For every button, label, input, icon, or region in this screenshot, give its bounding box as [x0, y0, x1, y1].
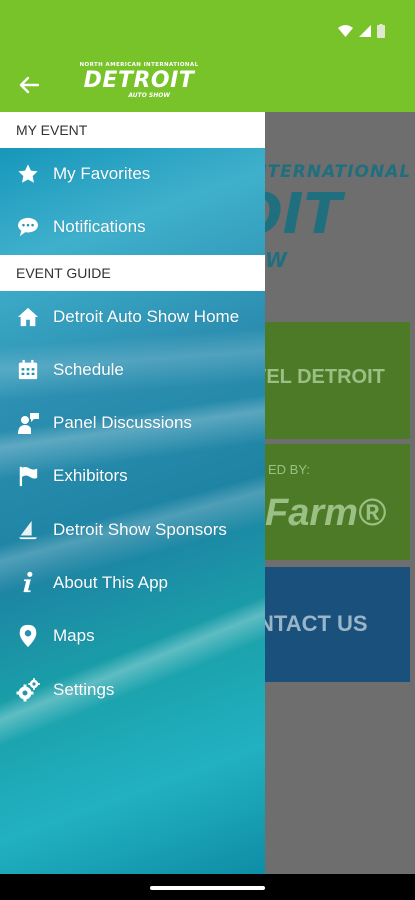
section-header-event-guide: EVENT GUIDE	[0, 255, 265, 291]
signal-icon	[359, 25, 371, 37]
logo-sub-text: AUTO SHOW	[128, 92, 170, 99]
app-logo: NORTH AMERICAN INTERNATIONAL DETROIT AUT…	[78, 62, 200, 106]
menu-item-notifications[interactable]: Notifications	[0, 201, 265, 253]
menu-item-about-this-app[interactable]: About This App	[0, 557, 265, 609]
menu-item-settings[interactable]: Settings	[0, 664, 265, 716]
home-gesture-handle[interactable]	[150, 886, 265, 890]
flag-icon	[16, 464, 40, 488]
back-arrow-icon	[19, 76, 39, 94]
info-icon	[16, 571, 40, 595]
logo-main-text: DETROIT	[83, 68, 195, 93]
chat-bubble-icon	[16, 215, 40, 239]
navigation-drawer: MY EVENT My Favorites Notifications EVEN…	[0, 112, 265, 874]
menu-item-schedule[interactable]: Schedule	[0, 344, 265, 396]
menu-item-exhibitors[interactable]: Exhibitors	[0, 450, 265, 502]
sail-icon	[16, 518, 40, 542]
system-navigation-bar	[0, 874, 415, 900]
background-logo: INTERNATIONAL OIT W	[235, 162, 412, 272]
section-header-my-event: MY EVENT	[0, 112, 265, 148]
menu-item-detroit-auto-show-home[interactable]: Detroit Auto Show Home	[0, 291, 265, 343]
wifi-icon	[338, 25, 353, 37]
menu-item-my-favorites[interactable]: My Favorites	[0, 148, 265, 200]
back-button[interactable]	[14, 70, 44, 100]
speaker-icon	[16, 411, 40, 435]
app-bar: NORTH AMERICAN INTERNATIONAL DETROIT AUT…	[0, 58, 415, 112]
home-icon	[16, 305, 40, 329]
menu-item-detroit-show-sponsors[interactable]: Detroit Show Sponsors	[0, 504, 265, 556]
menu-item-maps[interactable]: Maps	[0, 610, 265, 662]
menu-item-panel-discussions[interactable]: Panel Discussions	[0, 397, 265, 449]
gears-icon	[16, 678, 40, 702]
battery-icon	[377, 24, 385, 38]
status-bar	[0, 0, 415, 58]
map-pin-icon	[16, 624, 40, 648]
calendar-icon	[16, 358, 40, 382]
star-icon	[16, 162, 40, 186]
